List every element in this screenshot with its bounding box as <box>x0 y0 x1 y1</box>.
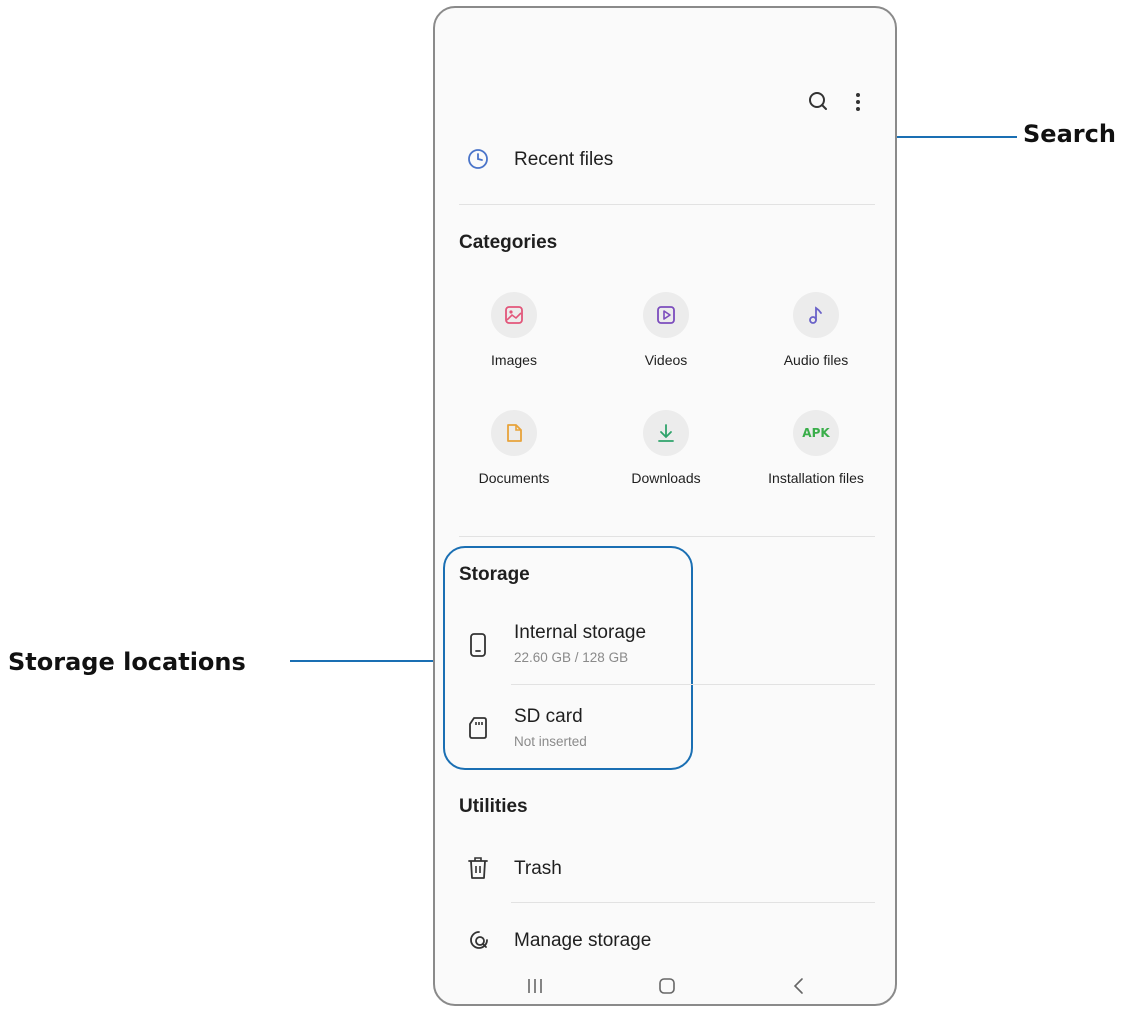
divider <box>511 684 875 685</box>
images-label: Images <box>491 352 537 368</box>
installation-files-label: Installation files <box>768 470 864 486</box>
search-icon[interactable] <box>807 90 831 114</box>
videos-icon <box>657 306 675 324</box>
downloads-label: Downloads <box>631 470 701 486</box>
internal-storage-usage: 22.60 GB / 128 GB <box>514 650 629 665</box>
sd-card-status: Not inserted <box>514 734 587 749</box>
storage-title: Storage <box>459 564 530 585</box>
installation-files-category[interactable]: APK <box>793 410 839 456</box>
images-icon <box>505 306 523 324</box>
manage-storage-icon <box>467 928 491 952</box>
internal-storage-item[interactable]: Internal storage <box>514 622 646 644</box>
home-nav-icon[interactable] <box>657 976 677 996</box>
documents-category[interactable] <box>491 410 537 456</box>
videos-label: Videos <box>644 352 688 368</box>
documents-icon <box>507 424 522 442</box>
audio-files-label: Audio files <box>783 352 849 368</box>
back-nav-icon[interactable] <box>789 976 809 996</box>
storage-locations-callout-label: Storage locations <box>8 648 246 676</box>
downloads-category[interactable] <box>643 410 689 456</box>
trash-item[interactable]: Trash <box>514 858 562 880</box>
sd-card-item[interactable]: SD card <box>514 706 583 728</box>
more-options-icon[interactable] <box>853 90 863 114</box>
manage-storage-item[interactable]: Manage storage <box>514 930 651 952</box>
utilities-title: Utilities <box>459 796 528 817</box>
search-callout-label: Search <box>1023 120 1116 148</box>
images-category[interactable] <box>491 292 537 338</box>
audio-icon <box>809 306 822 324</box>
videos-category[interactable] <box>643 292 689 338</box>
storage-callout-line <box>290 660 443 662</box>
phone-icon <box>469 632 487 658</box>
clock-icon <box>467 148 489 170</box>
recent-apps-nav-icon[interactable] <box>525 976 545 996</box>
sd-card-icon <box>468 716 488 740</box>
phone-frame: Recent files Categories Images Videos Au… <box>433 6 897 1006</box>
audio-files-category[interactable] <box>793 292 839 338</box>
downloads-icon <box>658 424 674 442</box>
recent-files-item[interactable]: Recent files <box>514 149 613 171</box>
divider <box>459 536 875 537</box>
divider <box>459 204 875 205</box>
divider <box>511 902 875 903</box>
apk-icon: APK <box>802 426 830 440</box>
categories-title: Categories <box>459 232 558 253</box>
documents-label: Documents <box>478 470 550 486</box>
trash-icon <box>467 856 489 880</box>
